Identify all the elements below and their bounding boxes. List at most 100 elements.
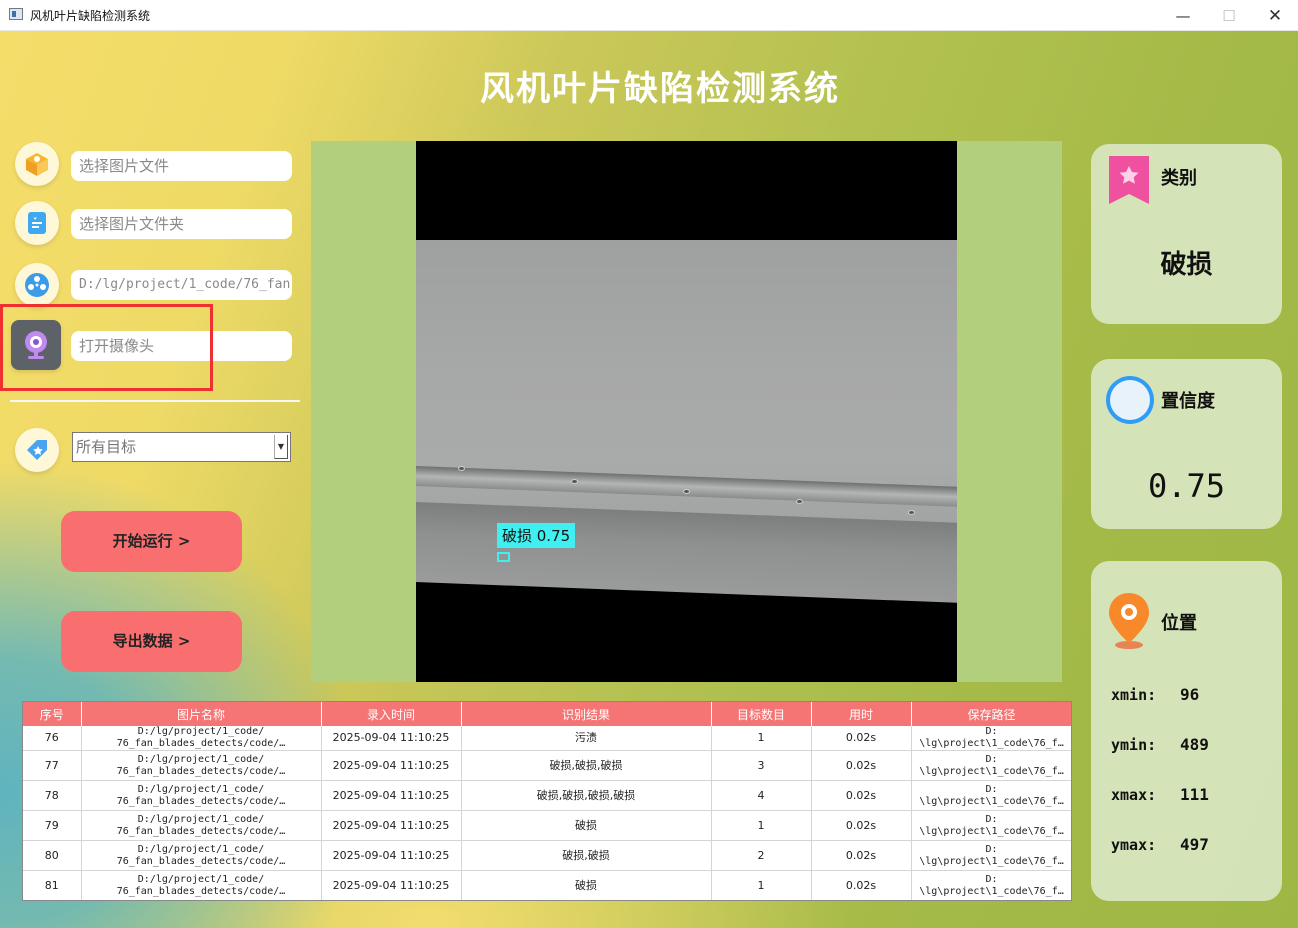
cell-save-path-line2: \lg\project\1_code\76_f…	[919, 795, 1064, 807]
target-select[interactable]: 所有目标 ▼	[72, 432, 291, 462]
cell-elapsed: 0.02s	[811, 750, 912, 781]
cell-image-name-line2: 76_fan_blades_detects/code/…	[116, 885, 286, 897]
cell-save-path: D: \lg\project\1_code\76_f…	[911, 870, 1071, 900]
app-icon	[9, 8, 23, 20]
cell-elapsed: 0.02s	[811, 870, 912, 900]
cell-elapsed: 0.02s	[811, 810, 912, 841]
cell-image-name: D:/lg/project/1_code/76_fan_blades_detec…	[81, 810, 322, 841]
minimize-button[interactable]: —	[1160, 0, 1206, 31]
cell-image-name-line1: D:/lg/project/1_code/	[137, 726, 265, 737]
start-button[interactable]: 开始运行 >	[61, 511, 242, 572]
cell-image-name-line1: D:/lg/project/1_code/	[137, 753, 265, 765]
column-header[interactable]: 图片名称	[81, 702, 322, 726]
cell-count: 3	[711, 750, 812, 781]
cell-id: 76	[23, 726, 82, 751]
select-folder-input[interactable]: 选择图片文件夹	[71, 209, 292, 239]
cell-count: 4	[711, 780, 812, 811]
cell-save-path: D: \lg\project\1_code\76_f…	[911, 726, 1071, 751]
cell-count: 2	[711, 840, 812, 871]
cell-image-name-line2: 76_fan_blades_detects/code/…	[116, 795, 286, 807]
category-card: 类别 破损	[1091, 144, 1282, 324]
detection-frame: 破损 0.75	[416, 141, 957, 682]
blade-edge-rail	[416, 466, 957, 507]
results-table[interactable]: 序号 图片名称 录入时间 识别结果 目标数目 用时 保存路径 76 D:/lg/p…	[22, 701, 1072, 901]
cell-time: 2025-09-04 11:10:25	[321, 750, 462, 781]
cell-result: 破损,破损,破损	[461, 750, 712, 781]
cell-count: 1	[711, 870, 812, 900]
cell-image-name-line1: D:/lg/project/1_code/	[137, 813, 265, 825]
cell-save-path-line1: D:	[985, 753, 998, 765]
column-header[interactable]: 用时	[811, 702, 912, 726]
location-pin-icon	[1105, 591, 1153, 655]
xmin-label: xmin:	[1111, 686, 1157, 704]
cell-id: 81	[23, 870, 82, 900]
cell-result: 污渍	[461, 726, 712, 751]
image-file-icon[interactable]	[15, 142, 59, 186]
video-path-input[interactable]: D:/lg/project/1_code/76_fan	[71, 270, 292, 300]
cell-time: 2025-09-04 11:10:25	[321, 726, 462, 751]
window-title: 风机叶片缺陷检测系统	[30, 9, 151, 23]
cell-result: 破损,破损,破损,破损	[461, 780, 712, 811]
cell-image-name-line2: 76_fan_blades_detects/code/…	[116, 738, 286, 749]
cell-save-path-line2: \lg\project\1_code\76_f…	[919, 825, 1064, 837]
cell-save-path-line1: D:	[985, 873, 998, 885]
cell-time: 2025-09-04 11:10:25	[321, 780, 462, 811]
select-image-input[interactable]: 选择图片文件	[71, 151, 292, 181]
cell-image-name: D:/lg/project/1_code/76_fan_blades_detec…	[81, 726, 322, 751]
cell-id: 80	[23, 840, 82, 871]
cell-result: 破损,破损	[461, 840, 712, 871]
cell-id: 79	[23, 810, 82, 841]
cell-save-path-line2: \lg\project\1_code\76_f…	[919, 738, 1064, 749]
table-row[interactable]: 76 D:/lg/project/1_code/76_fan_blades_det…	[23, 726, 1071, 751]
table-row[interactable]: 78 D:/lg/project/1_code/76_fan_blades_det…	[23, 780, 1071, 811]
rivet	[683, 489, 690, 494]
table-row[interactable]: 80 D:/lg/project/1_code/76_fan_blades_det…	[23, 840, 1071, 871]
column-header[interactable]: 识别结果	[461, 702, 712, 726]
column-header[interactable]: 保存路径	[911, 702, 1071, 726]
cell-image-name: D:/lg/project/1_code/76_fan_blades_detec…	[81, 870, 322, 900]
column-header[interactable]: 序号	[23, 702, 82, 726]
position-card: 位置 xmin: 96 ymin: 489 xmax: 111 ymax: 49…	[1091, 561, 1282, 901]
page-title: 风机叶片缺陷检测系统	[480, 69, 840, 109]
detection-label: 破损 0.75	[497, 523, 576, 548]
image-viewer: 破损 0.75	[311, 141, 1062, 682]
rivet	[458, 466, 465, 471]
target-select-value: 所有目标	[76, 438, 137, 456]
ymin-value: 489	[1180, 735, 1209, 754]
export-button[interactable]: 导出数据 >	[61, 611, 242, 672]
cell-time: 2025-09-04 11:10:25	[321, 840, 462, 871]
cell-image-name: D:/lg/project/1_code/76_fan_blades_detec…	[81, 780, 322, 811]
cell-count: 1	[711, 726, 812, 751]
window-titlebar: 风机叶片缺陷检测系统 — ☐ ✕	[0, 0, 1298, 31]
chevron-down-icon[interactable]: ▼	[274, 435, 288, 459]
cell-save-path-line2: \lg\project\1_code\76_f…	[919, 885, 1064, 897]
close-button[interactable]: ✕	[1252, 0, 1298, 31]
column-header[interactable]: 录入时间	[321, 702, 462, 726]
cell-save-path-line1: D:	[985, 813, 998, 825]
maximize-button[interactable]: ☐	[1206, 0, 1252, 31]
confidence-title: 置信度	[1161, 391, 1215, 412]
cell-image-name-line1: D:/lg/project/1_code/	[137, 873, 265, 885]
cell-elapsed: 0.02s	[811, 726, 912, 751]
table-row[interactable]: 81 D:/lg/project/1_code/76_fan_blades_det…	[23, 870, 1071, 900]
category-title: 类别	[1161, 168, 1197, 189]
table-header-row: 序号 图片名称 录入时间 识别结果 目标数目 用时 保存路径	[23, 702, 1071, 726]
table-row[interactable]: 77 D:/lg/project/1_code/76_fan_blades_det…	[23, 750, 1071, 781]
rivet	[796, 499, 803, 504]
ymax-value: 497	[1180, 835, 1209, 854]
bookmark-star-icon	[1107, 154, 1151, 210]
table-row[interactable]: 79 D:/lg/project/1_code/76_fan_blades_det…	[23, 810, 1071, 841]
cell-image-name-line1: D:/lg/project/1_code/	[137, 843, 265, 855]
cell-result: 破损	[461, 810, 712, 841]
column-header[interactable]: 目标数目	[711, 702, 812, 726]
rivet	[908, 510, 915, 515]
video-file-icon[interactable]	[15, 263, 59, 307]
image-folder-icon[interactable]	[15, 201, 59, 245]
cell-id: 77	[23, 750, 82, 781]
cell-elapsed: 0.02s	[811, 780, 912, 811]
cell-save-path-line1: D:	[985, 726, 998, 737]
cell-time: 2025-09-04 11:10:25	[321, 870, 462, 900]
cell-save-path-line2: \lg\project\1_code\76_f…	[919, 765, 1064, 777]
cell-elapsed: 0.02s	[811, 840, 912, 871]
confidence-circle-icon	[1103, 373, 1157, 431]
